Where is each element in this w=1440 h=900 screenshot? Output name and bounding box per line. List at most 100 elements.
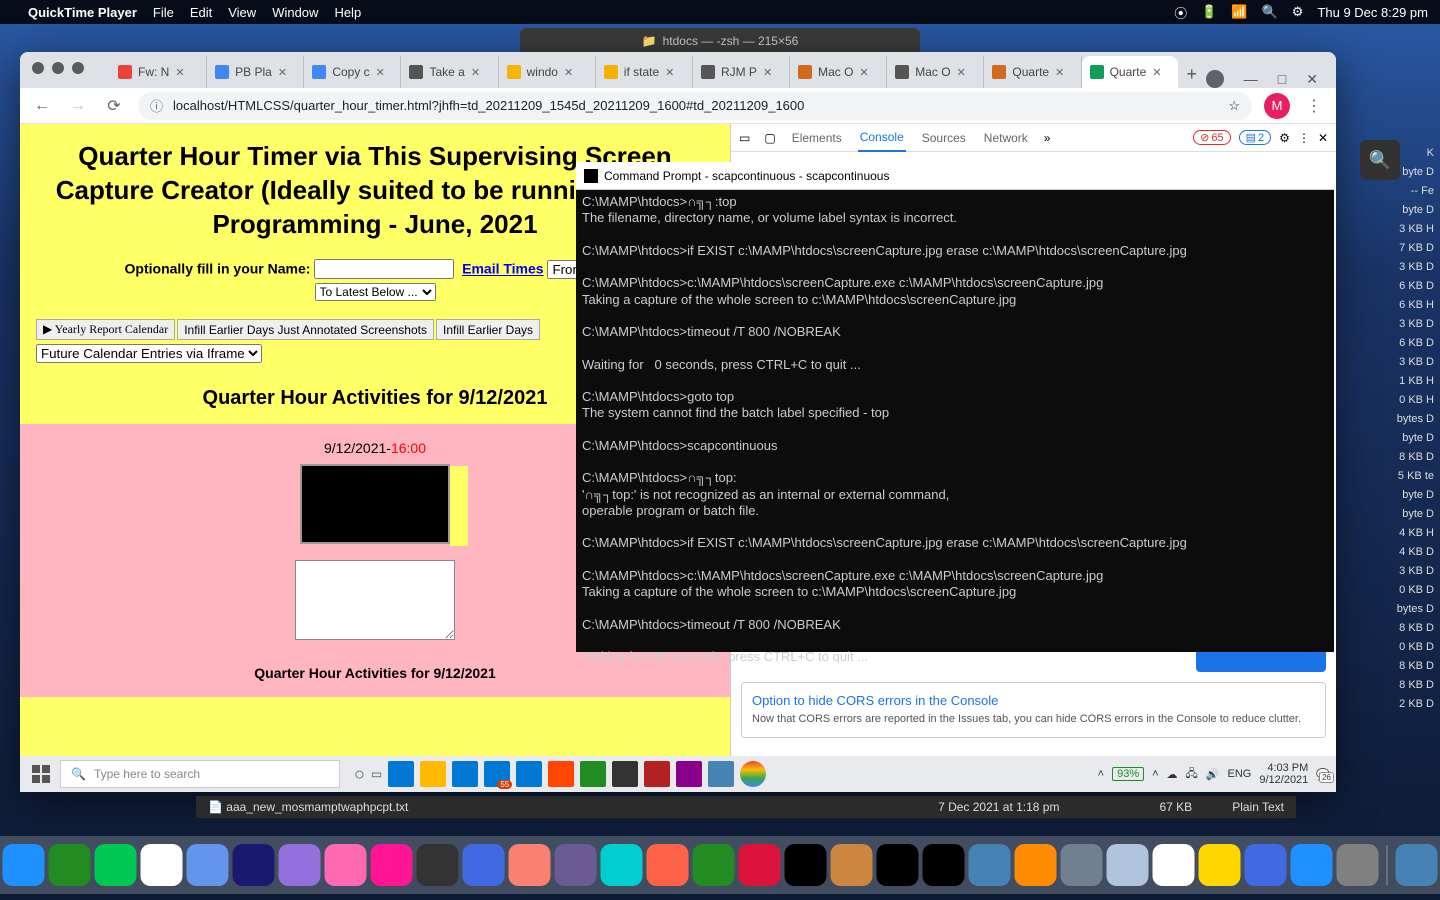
dock-app-icon[interactable]: [555, 844, 597, 886]
more-icon[interactable]: ⋮: [1298, 131, 1310, 145]
tab-item[interactable]: if state✕: [596, 56, 693, 88]
tab-item[interactable]: PB Pla✕: [207, 56, 304, 88]
to-select[interactable]: To Latest Below ...: [315, 283, 436, 301]
battery-status[interactable]: 93%: [1112, 767, 1144, 781]
close-icon[interactable]: ✕: [1055, 66, 1064, 79]
store-icon[interactable]: [452, 761, 478, 787]
minimize-window-icon[interactable]: [52, 62, 64, 74]
dock-app-icon[interactable]: [463, 844, 505, 886]
close-icon[interactable]: ✕: [278, 66, 287, 79]
back-button[interactable]: ←: [30, 94, 54, 118]
dock-app-icon[interactable]: [417, 844, 459, 886]
tab-item[interactable]: Mac O✕: [790, 56, 887, 88]
forward-button[interactable]: →: [66, 94, 90, 118]
new-tab-button[interactable]: +: [1178, 60, 1206, 88]
close-icon[interactable]: ✕: [859, 66, 868, 79]
volume-icon[interactable]: 🔊: [1206, 768, 1220, 781]
terminal-icon[interactable]: [612, 761, 638, 787]
dock-app-icon[interactable]: [3, 844, 45, 886]
onedrive-icon[interactable]: ☁: [1167, 768, 1178, 781]
cmd-titlebar[interactable]: Command Prompt - scapcontinuous - scapco…: [576, 162, 1334, 190]
edge-icon[interactable]: [388, 761, 414, 787]
dock-app-icon[interactable]: [1061, 844, 1103, 886]
minimize-icon[interactable]: —: [1244, 71, 1258, 87]
tab-item[interactable]: windo✕: [499, 56, 596, 88]
devtools-tab-sources[interactable]: Sources: [920, 125, 968, 151]
command-prompt-window[interactable]: Command Prompt - scapcontinuous - scapco…: [576, 162, 1334, 652]
profile-avatar[interactable]: M: [1264, 93, 1290, 119]
close-icon[interactable]: ✕: [763, 66, 772, 79]
filezilla-icon[interactable]: [644, 761, 670, 787]
close-devtools-icon[interactable]: ✕: [1318, 131, 1328, 145]
dock-app-icon[interactable]: [923, 844, 965, 886]
dock-app-icon[interactable]: [1199, 844, 1241, 886]
app-icon[interactable]: [580, 761, 606, 787]
dock-app-icon[interactable]: [1153, 844, 1195, 886]
app-icon[interactable]: [516, 761, 542, 787]
close-icon[interactable]: ✕: [471, 66, 480, 79]
battery-icon[interactable]: 🔋: [1201, 4, 1217, 20]
language-indicator[interactable]: ENG: [1228, 768, 1252, 780]
tab-item[interactable]: Quarte✕: [984, 56, 1081, 88]
dock-app-icon[interactable]: [1245, 844, 1287, 886]
wifi-icon[interactable]: 📶: [1231, 4, 1247, 20]
tab-item[interactable]: RJM P✕: [693, 56, 790, 88]
dock-app-icon[interactable]: [1015, 844, 1057, 886]
device-toggle-icon[interactable]: ▢: [764, 131, 775, 145]
dock-app-icon[interactable]: [693, 844, 735, 886]
bookmark-star-icon[interactable]: ☆: [1228, 98, 1240, 114]
tab-item[interactable]: Mac O✕: [887, 56, 984, 88]
dock-app-icon[interactable]: [1107, 844, 1149, 886]
dock-app-icon[interactable]: [1337, 844, 1379, 886]
devtools-tab-elements[interactable]: Elements: [790, 125, 844, 151]
tab-item[interactable]: Fw: N✕: [110, 56, 207, 88]
dock-app-icon[interactable]: [187, 844, 229, 886]
menu-help[interactable]: Help: [334, 5, 361, 20]
dock-app-icon[interactable]: [325, 844, 367, 886]
close-icon[interactable]: ✕: [957, 66, 966, 79]
incognito-icon[interactable]: [1206, 70, 1224, 88]
dock-app-icon[interactable]: [831, 844, 873, 886]
app-icon[interactable]: [676, 761, 702, 787]
more-tabs-icon[interactable]: »: [1044, 131, 1051, 145]
close-icon[interactable]: ✕: [1306, 71, 1318, 88]
menu-window[interactable]: Window: [272, 5, 318, 20]
tab-item[interactable]: Take a✕: [401, 56, 498, 88]
cortana-icon[interactable]: ○: [354, 764, 365, 785]
url-input[interactable]: ⓘ localhost/HTMLCSS/quarter_hour_timer.h…: [138, 92, 1252, 120]
windows-search-input[interactable]: 🔍 Type here to search: [60, 760, 340, 788]
devtools-tab-network[interactable]: Network: [982, 125, 1030, 151]
menu-edit[interactable]: Edit: [190, 5, 212, 20]
control-center-icon[interactable]: ⚙: [1292, 4, 1304, 20]
screenshot-thumbnail[interactable]: [300, 464, 450, 544]
taskbar-clock[interactable]: 4:03 PM 9/12/2021: [1259, 762, 1308, 786]
email-times-link[interactable]: Email Times: [462, 261, 543, 277]
error-count-badge[interactable]: ⊘ 65: [1193, 130, 1230, 145]
tray-icon[interactable]: ˄: [1152, 768, 1158, 780]
reload-button[interactable]: ⟳: [102, 94, 126, 118]
issues-count-badge[interactable]: ▤ 2: [1239, 130, 1272, 145]
dock-app-icon[interactable]: [785, 844, 827, 886]
screenrecord-icon[interactable]: ⦿: [1174, 3, 1187, 22]
infill-annotated-button[interactable]: Infill Earlier Days Just Annotated Scree…: [177, 319, 434, 340]
close-icon[interactable]: ✕: [1152, 66, 1161, 79]
name-input[interactable]: [314, 259, 454, 279]
mail-icon[interactable]: 55: [484, 761, 510, 787]
settings-icon[interactable]: ⚙: [1279, 131, 1290, 145]
close-icon[interactable]: ✕: [376, 66, 385, 79]
annotation-textarea[interactable]: [295, 560, 455, 640]
dock-app-icon[interactable]: [371, 844, 413, 886]
app-icon[interactable]: [548, 761, 574, 787]
close-icon[interactable]: ✕: [175, 66, 184, 79]
menu-view[interactable]: View: [228, 5, 256, 20]
dock-app-icon[interactable]: [509, 844, 551, 886]
finder-file-row[interactable]: aaa_new_mosmamptwaphpcpt.txt 7 Dec 2021 …: [196, 796, 1296, 818]
dock-app-icon[interactable]: [95, 844, 137, 886]
dock-app-icon[interactable]: [739, 844, 781, 886]
chrome-menu-icon[interactable]: ⋮: [1302, 94, 1326, 118]
dock-app-icon[interactable]: [141, 844, 183, 886]
explorer-icon[interactable]: [420, 761, 446, 787]
dock-app-icon[interactable]: [1396, 844, 1438, 886]
dock-app-icon[interactable]: [1291, 844, 1333, 886]
menubar-clock[interactable]: Thu 9 Dec 8:29 pm: [1317, 5, 1428, 20]
